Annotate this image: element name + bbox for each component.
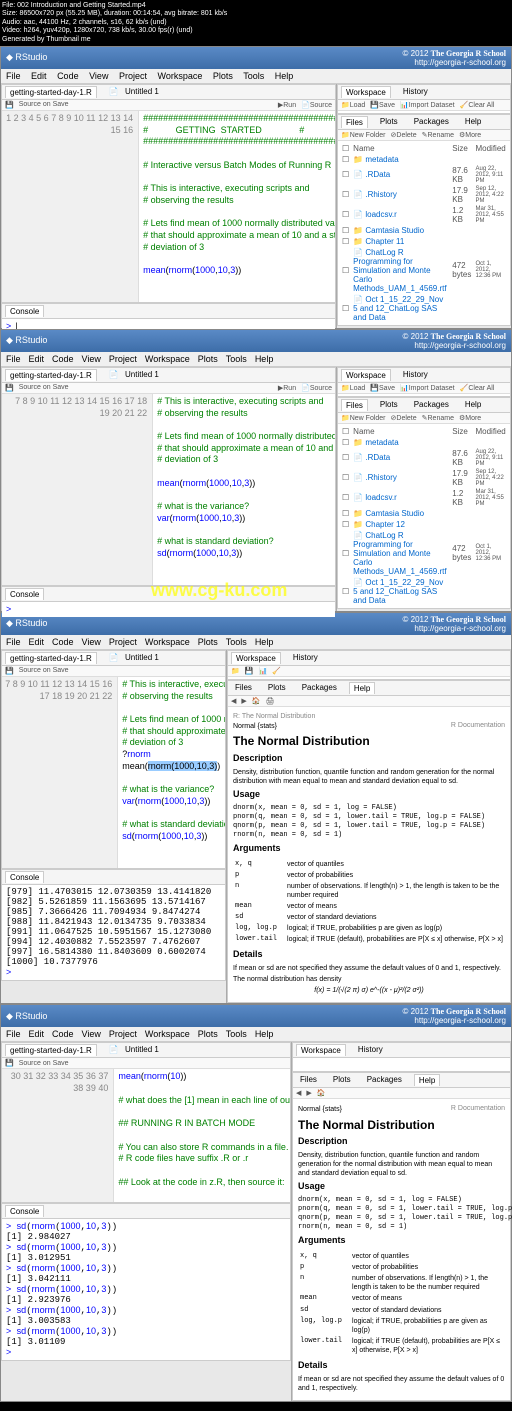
file-row[interactable]: ☐📁 Camtasia Studio [340,225,508,236]
home-icon[interactable]: 🏠 [252,697,261,705]
watermark: www.cg-ku.com [151,580,287,601]
file-row[interactable]: ☐📄 Oct 1_15_22_29_Nov 5 and 12_ChatLog S… [340,577,508,606]
file-row[interactable]: ☐📄 loadcsv.r1.2 KBMar 31, 2012, 4:55 PM [340,488,508,508]
file-tab[interactable]: getting-started-day-1.R [5,86,97,98]
more-button[interactable]: ⚙More [459,131,481,139]
source-on-save[interactable]: Source on Save [19,101,69,108]
help-content: R: The Normal Distribution Normal {stats… [228,707,510,1002]
console-output[interactable]: [979] 11.4703015 12.0730359 13.4141820[9… [2,885,225,980]
rstudio-window-3: ◆ RStudio© 2012 The Georgia R Schoolhttp… [0,612,512,1004]
titlebar[interactable]: ◆ RStudio © 2012 The Georgia R Schoolhtt… [1,47,511,69]
video-metadata: File: 002 Introduction and Getting Start… [0,0,512,46]
file-row[interactable]: ☐📄 Oct 1_15_22_29_Nov 5 and 12_ChatLog S… [340,294,508,323]
rstudio-window-1: ◆ RStudio © 2012 The Georgia R Schoolhtt… [0,46,512,329]
fwd-icon[interactable]: ▶ [241,697,246,705]
file-row[interactable]: ☐📁 metadata [340,437,508,448]
file-row[interactable]: ☐📁 Chapter 11 [340,236,508,247]
menu-tools[interactable]: Tools [243,71,264,81]
back-icon[interactable]: ◀ [231,697,236,705]
run-button[interactable]: ▶Run [278,101,296,109]
history-tab[interactable]: History [399,86,432,98]
rstudio-window-4: ◆ RStudio© 2012 The Georgia R Schoolhttp… [0,1004,512,1402]
console-pane: Console > | [1,303,336,328]
file-row[interactable]: ☐📄 ChatLog R Programming for Simulation … [340,247,508,294]
rename-button[interactable]: ✎Rename [422,131,454,139]
plots-tab[interactable]: Plots [376,116,402,128]
file-row[interactable]: ☐📄 .Rhistory17.9 KBSep 12, 2012, 4:22 PM [340,468,508,488]
source-pane: getting-started-day-1.R 📄 Untitled 1 💾 Sou… [1,84,336,303]
file-row[interactable]: ☐📄 ChatLog R Programming for Simulation … [340,530,508,577]
menu-edit[interactable]: Edit [31,71,47,81]
app-icon: ◆ RStudio [6,52,47,63]
load-button[interactable]: 📁Load [341,101,365,109]
files-pane: Files Plots Packages Help 📁New Folder ⊘Delet… [337,114,511,326]
help-tab[interactable]: Help [461,116,485,128]
menubar: File Edit Code View Project Workspace Pl… [1,69,511,84]
menu-project[interactable]: Project [119,71,147,81]
menu-file[interactable]: File [6,71,21,81]
file-row[interactable]: ☐📁 Camtasia Studio [340,508,508,519]
console-tab[interactable]: Console [5,305,44,317]
code-editor[interactable]: 1 2 3 4 5 6 7 8 9 10 11 12 13 14 15 16 #… [2,111,335,302]
menu-code[interactable]: Code [57,71,79,81]
clearall-button[interactable]: 🧹Clear All [460,101,495,109]
workspace-tab[interactable]: Workspace [341,86,391,98]
packages-tab[interactable]: Packages [410,116,453,128]
file-row[interactable]: ☐📄 .RData87.6 KBAug 22, 2012, 9:11 PM [340,165,508,185]
rstudio-window-2: ◆ RStudio© 2012 The Georgia R Schoolhttp… [0,329,512,612]
console-output[interactable]: > sd(rnorm(1000,10,3))[1] 2.984027> sd(r… [2,1219,290,1360]
menu-help[interactable]: Help [275,71,294,81]
file-row[interactable]: ☐📄 loadcsv.r1.2 KBMar 31, 2012, 4:55 PM [340,205,508,225]
save-icon[interactable]: 💾 [5,101,14,109]
menu-plots[interactable]: Plots [213,71,233,81]
print-icon[interactable]: 🖨 [266,697,275,705]
workspace-pane: Workspace History 📁Load 💾Save 📊Import Datas… [337,84,511,114]
delete-button[interactable]: ⊘Delete [391,131,417,139]
menu-workspace[interactable]: Workspace [158,71,203,81]
help-title: The Normal Distribution [233,734,505,750]
file-tab-2[interactable]: 📄 Untitled 1 [105,86,167,98]
files-tab[interactable]: Files [341,116,368,128]
file-row[interactable]: ☐📄 .RData87.6 KBAug 22, 2012, 9:11 PM [340,448,508,468]
file-row[interactable]: ☐📄 .Rhistory17.9 KBSep 12, 2012, 4:22 PM [340,185,508,205]
menu-view[interactable]: View [89,71,108,81]
file-row[interactable]: ☐📁 metadata [340,154,508,165]
save-button[interactable]: 💾Save [370,101,395,109]
file-row[interactable]: ☐📁 Chapter 12 [340,519,508,530]
newfolder-button[interactable]: 📁New Folder [341,131,386,139]
source-button[interactable]: 📄Source [301,101,332,109]
files-list[interactable]: ☐NameSizeModified☐📁 metadata☐📄 .RData87.… [338,141,510,325]
import-button[interactable]: 📊Import Dataset [400,101,455,109]
